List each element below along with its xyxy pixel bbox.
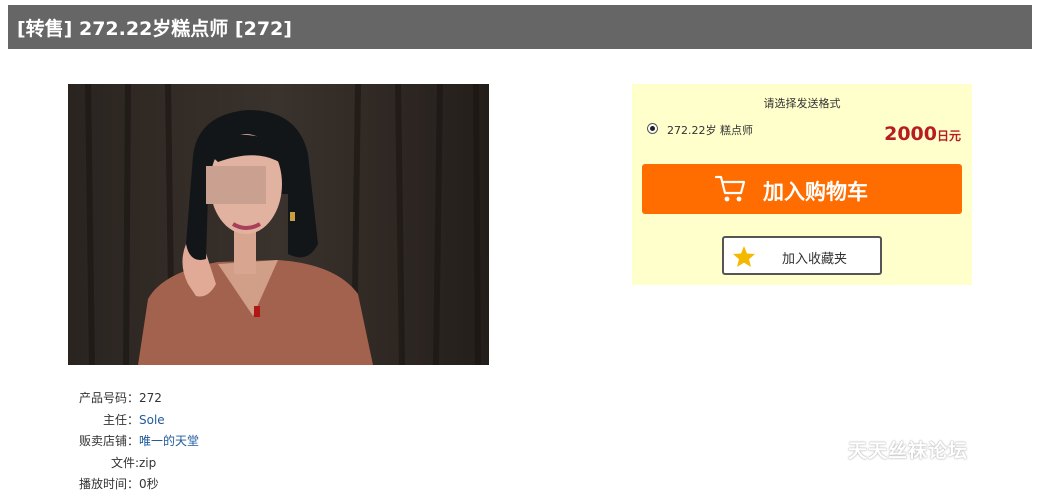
page-title: [转售] 272.22岁糕点师 [272] xyxy=(17,18,292,40)
shop-link[interactable]: 唯一的天堂 xyxy=(139,434,199,448)
purchase-panel: 请选择发送格式 272.22岁 糕点师 2000日元 加入购物车 加入收藏夹 xyxy=(632,84,972,285)
favorites-label: 加入收藏夹 xyxy=(782,252,848,267)
cart-label: 加入购物车 xyxy=(763,180,868,204)
shop-label: 贩卖店铺： xyxy=(78,434,139,448)
code-label: 产品号码： xyxy=(78,391,139,405)
price: 2000日元 xyxy=(884,123,961,145)
info-row-shop: 贩卖店铺：唯一的天堂 xyxy=(70,431,199,453)
info-row-file: 文件:zip xyxy=(70,453,199,475)
title-bar: [转售] 272.22岁糕点师 [272] xyxy=(8,5,1032,49)
info-row-lead: 主任：Sole xyxy=(70,410,199,432)
price-unit: 日元 xyxy=(936,129,961,143)
add-to-favorites-button[interactable]: 加入收藏夹 xyxy=(722,236,882,275)
file-value: zip xyxy=(139,455,157,470)
product-info: 产品号码：272 主任：Sole 贩卖店铺：唯一的天堂 文件:zip 播放时间：… xyxy=(70,388,199,496)
price-amount: 2000 xyxy=(884,123,937,145)
format-label[interactable]: 272.22岁 糕点师 xyxy=(667,122,753,138)
star-icon xyxy=(733,246,755,267)
info-row-code: 产品号码：272 xyxy=(70,388,199,410)
watermark: 天天丝袜论坛 xyxy=(848,440,969,462)
product-image[interactable] xyxy=(68,84,489,365)
file-label: 文件: xyxy=(110,455,139,470)
info-row-duration: 播放时间：0秒 xyxy=(70,474,199,496)
duration-value: 0秒 xyxy=(139,477,159,491)
duration-label: 播放时间： xyxy=(78,477,139,491)
code-value: 272 xyxy=(139,391,162,405)
product-photo xyxy=(68,84,489,365)
format-radio[interactable] xyxy=(647,123,658,134)
lead-link[interactable]: Sole xyxy=(139,413,165,427)
lead-label: 主任： xyxy=(102,412,139,427)
cart-icon xyxy=(714,175,746,202)
format-heading: 请选择发送格式 xyxy=(763,97,841,110)
add-to-cart-button[interactable]: 加入购物车 xyxy=(642,164,962,214)
